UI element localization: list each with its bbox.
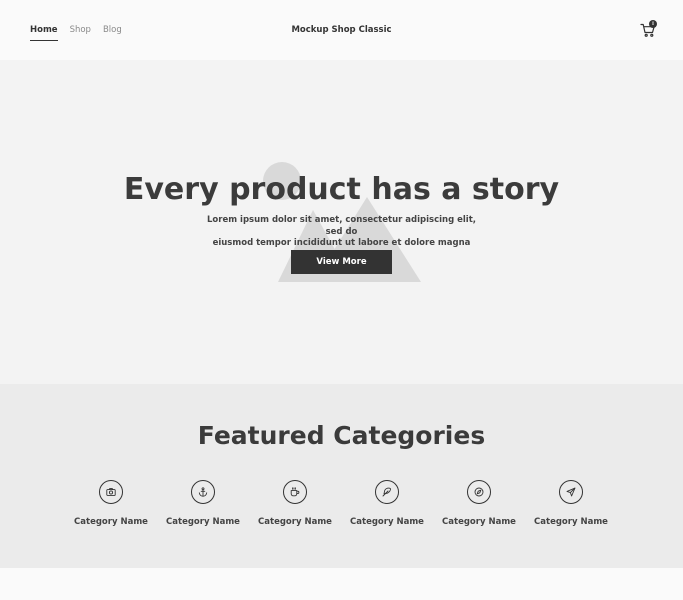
send-icon [559,480,583,504]
category-item-compass[interactable]: Category Name [433,480,525,540]
category-item-feather[interactable]: Category Name [341,480,433,540]
category-label: Category Name [258,517,332,527]
cart-count-badge: 0 [649,20,657,28]
category-label: Category Name [442,517,516,527]
category-item-send[interactable]: Category Name [525,480,617,540]
view-more-button[interactable]: View More [291,250,392,274]
category-item-anchor[interactable]: Category Name [157,480,249,540]
category-item-camera[interactable]: Category Name [65,480,157,540]
category-item-coffee[interactable]: Category Name [249,480,341,540]
feather-icon [375,480,399,504]
camera-icon [99,480,123,504]
hero-subtitle-line-1: Lorem ipsum dolor sit amet, consectetur … [207,215,476,237]
featured-categories-section: Featured Categories Category Name Catego… [0,384,683,568]
category-label: Category Name [166,517,240,527]
category-label: Category Name [74,517,148,527]
category-label: Category Name [350,517,424,527]
featured-categories-title: Featured Categories [197,421,486,450]
hero-title: Every product has a story [123,172,560,207]
category-label: Category Name [534,517,608,527]
brand-title[interactable]: Mockup Shop Classic [291,25,391,35]
nav-link-blog[interactable]: Blog [103,24,122,36]
coffee-icon [283,480,307,504]
main-nav: Home Shop Blog [30,24,134,41]
category-list: Category Name Category Name Category Nam… [0,480,683,540]
anchor-icon [191,480,215,504]
compass-icon [467,480,491,504]
nav-link-shop[interactable]: Shop [70,24,91,36]
footer-area [0,568,683,600]
nav-link-home[interactable]: Home [30,24,58,41]
hero-section: Every product has a story Lorem ipsum do… [0,60,683,384]
site-header: Home Shop Blog Mockup Shop Classic 0 [0,0,683,60]
